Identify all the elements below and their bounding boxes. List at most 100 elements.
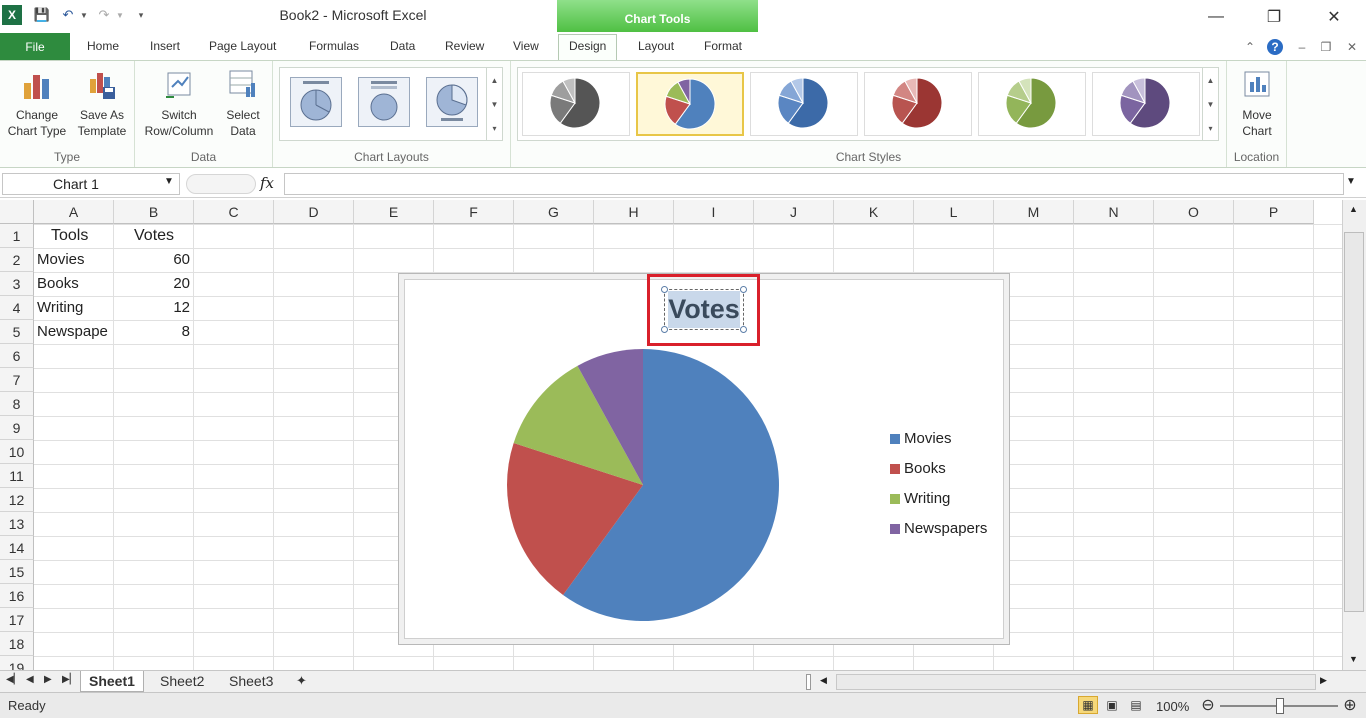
name-box-dropdown-icon[interactable]: ▼	[164, 176, 174, 187]
title-handle[interactable]	[740, 326, 747, 333]
insert-function-icon[interactable]: fx	[260, 174, 274, 192]
chart-style-4[interactable]	[864, 72, 972, 136]
styles-scroll-up[interactable]: ▲	[1202, 68, 1218, 92]
expand-formula-bar-icon[interactable]: ▼	[1346, 176, 1356, 187]
workbook-close-icon[interactable]: ✕	[1344, 39, 1360, 55]
column-header-e[interactable]: E	[354, 200, 434, 224]
vertical-scroll-thumb[interactable]	[1344, 232, 1364, 612]
chart-layout-2[interactable]	[358, 77, 410, 127]
tab-view[interactable]: View	[513, 39, 539, 53]
close-icon[interactable]: ✕	[1314, 4, 1354, 30]
layouts-scroll-up[interactable]: ▲	[486, 68, 502, 92]
chart-layout-1[interactable]	[290, 77, 342, 127]
row-header-18[interactable]: 18	[0, 632, 34, 656]
column-header-n[interactable]: N	[1074, 200, 1154, 224]
cell-b3[interactable]: 20	[117, 272, 193, 296]
tab-data[interactable]: Data	[390, 39, 415, 53]
chart-style-1[interactable]	[522, 72, 630, 136]
row-header-15[interactable]: 15	[0, 560, 34, 584]
layouts-more[interactable]: ▾	[486, 116, 502, 140]
chart-title[interactable]: Votes	[668, 291, 740, 328]
row-header-17[interactable]: 17	[0, 608, 34, 632]
layouts-scroll-down[interactable]: ▼	[486, 92, 502, 116]
legend-item-books[interactable]: Books	[890, 460, 946, 477]
tab-page-layout[interactable]: Page Layout	[209, 39, 276, 53]
row-header-16[interactable]: 16	[0, 584, 34, 608]
styles-scroll-down[interactable]: ▼	[1202, 92, 1218, 116]
chart-style-5[interactable]	[978, 72, 1086, 136]
cell-a5[interactable]: Newspape	[37, 320, 113, 344]
title-handle[interactable]	[661, 326, 668, 333]
tab-layout[interactable]: Layout	[638, 39, 674, 53]
formula-bar-handle-icon[interactable]	[186, 174, 256, 194]
row-header-9[interactable]: 9	[0, 416, 34, 440]
row-header-8[interactable]: 8	[0, 392, 34, 416]
column-header-h[interactable]: H	[594, 200, 674, 224]
legend-item-movies[interactable]: Movies	[890, 430, 952, 447]
column-header-d[interactable]: D	[274, 200, 354, 224]
zoom-slider-thumb[interactable]	[1276, 698, 1284, 714]
column-header-g[interactable]: G	[514, 200, 594, 224]
page-layout-view-icon[interactable]: ▣	[1102, 696, 1122, 714]
next-sheet-icon[interactable]: ▶	[44, 674, 52, 685]
row-header-7[interactable]: 7	[0, 368, 34, 392]
row-header-1[interactable]: 1	[0, 224, 34, 248]
sheet-tab-sheet2[interactable]: Sheet2	[160, 671, 204, 692]
column-header-f[interactable]: F	[434, 200, 514, 224]
row-header-12[interactable]: 12	[0, 488, 34, 512]
column-header-p[interactable]: P	[1234, 200, 1314, 224]
change-chart-type-button[interactable]: Change Chart Type	[4, 67, 70, 139]
column-header-l[interactable]: L	[914, 200, 994, 224]
column-header-i[interactable]: I	[674, 200, 754, 224]
tab-review[interactable]: Review	[445, 39, 484, 53]
insert-sheet-icon[interactable]: ✦	[296, 671, 307, 692]
page-break-view-icon[interactable]: ▤	[1126, 696, 1146, 714]
scroll-down-icon[interactable]: ▼	[1349, 654, 1358, 664]
formula-input[interactable]	[284, 173, 1344, 195]
select-all-corner[interactable]	[0, 200, 34, 224]
column-header-m[interactable]: M	[994, 200, 1074, 224]
row-header-5[interactable]: 5	[0, 320, 34, 344]
row-header-2[interactable]: 2	[0, 248, 34, 272]
cell-b2[interactable]: 60	[117, 248, 193, 272]
minimize-icon[interactable]: —	[1196, 4, 1236, 30]
normal-view-icon[interactable]: ▦	[1078, 696, 1098, 714]
row-header-19[interactable]: 19	[0, 656, 34, 670]
tab-file[interactable]: File	[0, 33, 70, 60]
move-chart-button[interactable]: Move Chart	[1233, 67, 1281, 139]
name-box[interactable]: Chart 1	[2, 173, 180, 195]
minimize-ribbon-icon[interactable]: ⌃	[1242, 39, 1258, 55]
zoom-level[interactable]: 100%	[1156, 699, 1189, 714]
styles-more[interactable]: ▾	[1202, 116, 1218, 140]
tab-format[interactable]: Format	[704, 39, 742, 53]
zoom-in-icon[interactable]: ⊕	[1340, 696, 1360, 714]
workbook-restore-icon[interactable]: ❐	[1318, 39, 1334, 55]
sheet-tab-sheet1[interactable]: Sheet1	[80, 671, 144, 692]
scroll-left-icon[interactable]: ◀	[820, 675, 827, 686]
chart-layout-3[interactable]	[426, 77, 478, 127]
chart-style-6[interactable]	[1092, 72, 1200, 136]
cell-b1[interactable]: Votes	[117, 224, 193, 248]
column-header-b[interactable]: B	[114, 200, 194, 224]
row-header-14[interactable]: 14	[0, 536, 34, 560]
row-header-11[interactable]: 11	[0, 464, 34, 488]
chart-style-3[interactable]	[750, 72, 858, 136]
column-header-o[interactable]: O	[1154, 200, 1234, 224]
title-handle[interactable]	[740, 286, 747, 293]
column-header-k[interactable]: K	[834, 200, 914, 224]
prev-sheet-icon[interactable]: ◀	[26, 674, 34, 685]
sheet-tab-sheet3[interactable]: Sheet3	[229, 671, 273, 692]
help-icon[interactable]: ?	[1267, 39, 1283, 55]
title-handle[interactable]	[661, 286, 668, 293]
row-header-3[interactable]: 3	[0, 272, 34, 296]
cell-a2[interactable]: Movies	[37, 248, 113, 272]
tab-design[interactable]: Design	[558, 34, 618, 61]
legend-item-writing[interactable]: Writing	[890, 490, 950, 507]
row-header-10[interactable]: 10	[0, 440, 34, 464]
cell-b5[interactable]: 8	[117, 320, 193, 344]
workbook-minimize-icon[interactable]: –	[1294, 39, 1310, 55]
switch-row-column-button[interactable]: Switch Row/Column	[139, 67, 219, 139]
tab-formulas[interactable]: Formulas	[309, 39, 359, 53]
last-sheet-icon[interactable]: ▶▏	[62, 674, 77, 685]
row-header-4[interactable]: 4	[0, 296, 34, 320]
